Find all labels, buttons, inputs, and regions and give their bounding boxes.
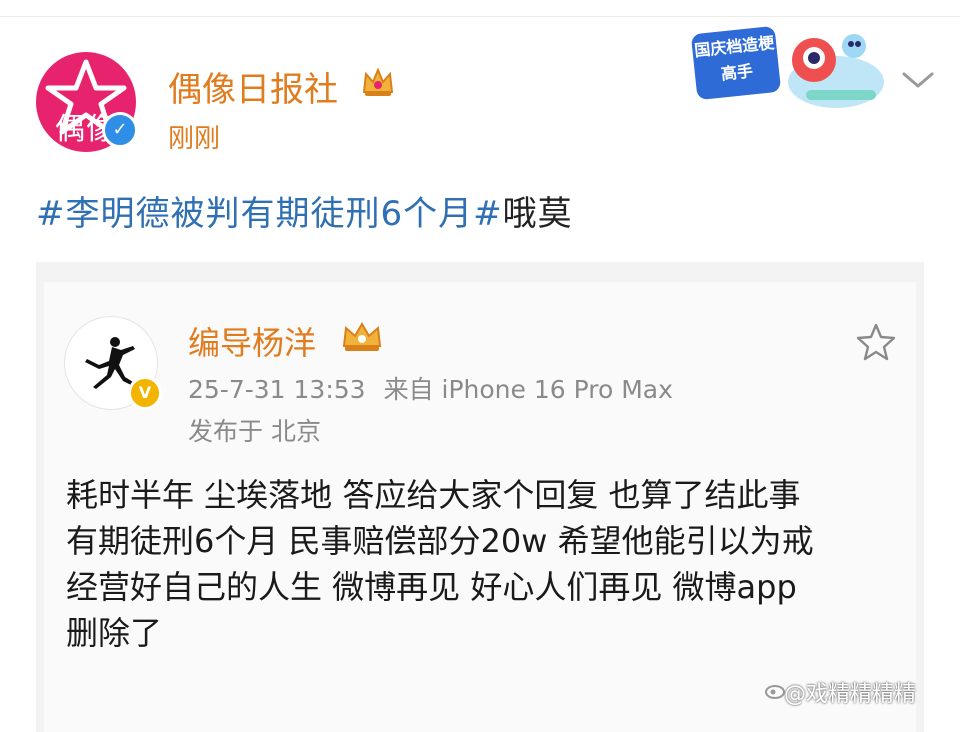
hashtag-link[interactable]: #李明德被判有期徒刑6个月# — [36, 194, 503, 234]
promo-badge[interactable]: 国庆档造梗高手 — [686, 20, 886, 116]
crown-icon — [342, 322, 382, 351]
star-icon[interactable] — [856, 322, 896, 362]
repost-body: 耗时半年 尘埃落地 答应给大家个回复 也算了结此事 有期徒刑6个月 民事赔偿部分… — [66, 472, 906, 656]
weibo-watermark-icon — [765, 685, 785, 699]
top-divider — [0, 16, 960, 17]
repost-source: 来自 iPhone 16 Pro Max — [383, 375, 673, 404]
repost-location: 发布于 北京 — [188, 417, 321, 446]
repost-timestamp: 25-7-31 13:53 — [188, 375, 366, 404]
repost-line: 删除了 — [66, 614, 163, 652]
verified-gold-icon: V — [128, 376, 162, 410]
repost-line: 经营好自己的人生 微博再见 好心人们再见 微博app — [66, 568, 797, 606]
crown-icon — [362, 67, 394, 96]
repost-meta: 25-7-31 13:53 来自 iPhone 16 Pro Max — [188, 370, 673, 406]
promo-label: 国庆档造梗高手 — [690, 25, 782, 101]
post-extra-text: 哦莫 — [502, 194, 573, 234]
chevron-down-icon[interactable] — [900, 68, 936, 92]
verified-icon: ✓ — [102, 112, 138, 148]
repost-line: 有期徒刑6个月 民事赔偿部分20w 希望他能引以为戒 — [66, 522, 814, 560]
repost-author-name[interactable]: 编导杨洋 — [188, 318, 316, 364]
author-name[interactable]: 偶像日报社 — [168, 62, 338, 111]
author-avatar[interactable]: 偶像 ✓ — [36, 52, 138, 152]
watermark: @戏精精精精 — [784, 682, 917, 707]
repost-line: 耗时半年 尘埃落地 答应给大家个回复 也算了结此事 — [66, 476, 801, 514]
post-time: 刚刚 — [168, 124, 221, 154]
post-text: #李明德被判有期徒刑6个月#哦莫 — [36, 186, 573, 235]
